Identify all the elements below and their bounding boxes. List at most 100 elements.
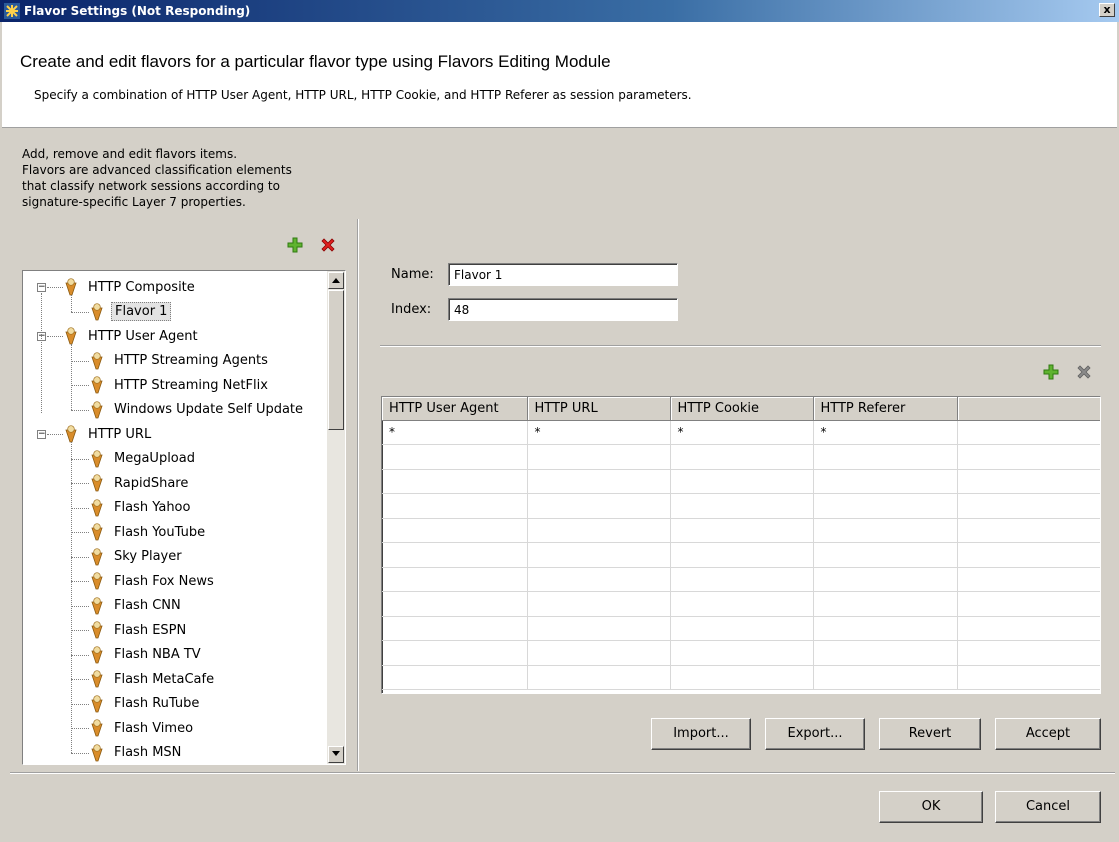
table-cell[interactable] [527,518,671,543]
parameters-table[interactable]: HTTP User Agent HTTP URL HTTP Cookie HTT… [381,396,1101,694]
table-cell[interactable] [527,616,671,641]
table-row-empty[interactable] [382,567,1100,592]
table-cell[interactable] [527,640,671,666]
scroll-thumb[interactable] [328,290,344,430]
collapse-icon[interactable]: − [37,283,46,292]
add-flavor-icon[interactable] [287,237,303,253]
table-cell[interactable] [957,469,1100,494]
column-header-cookie[interactable]: HTTP Cookie [670,397,814,421]
tree-item[interactable]: Flavor 1 [89,300,172,324]
tree-group[interactable]: HTTP Composite [63,275,198,299]
table-cell[interactable] [957,665,1100,690]
table-row-empty[interactable] [382,542,1100,568]
table-row-empty[interactable] [382,665,1100,690]
table-cell[interactable] [527,493,671,519]
export-button[interactable]: Export... [765,718,865,750]
table-cell[interactable] [670,616,814,641]
table-cell[interactable] [813,616,958,641]
table-cell[interactable] [670,665,814,690]
scroll-up-button[interactable] [328,272,344,289]
tree-item[interactable]: Flash MSN [89,741,184,765]
table-cell[interactable] [813,518,958,543]
tree-item[interactable]: Flash ESPN [89,618,189,642]
table-cell[interactable] [813,665,958,690]
table-cell[interactable] [957,420,1100,445]
table-cell[interactable] [527,665,671,690]
tree-item[interactable]: Windows Update Self Update [89,398,306,422]
tree-item[interactable]: HTTP Streaming NetFlix [89,373,271,397]
scroll-down-button[interactable] [328,746,344,763]
table-row[interactable]: * * * * [382,420,1100,445]
table-cell[interactable] [382,665,528,690]
tree-item[interactable]: Flash MetaCafe [89,667,217,691]
tree-item[interactable]: Flash CNN [89,594,184,618]
tree-group[interactable]: HTTP URL [63,422,154,446]
tree-item[interactable]: Flash NBA TV [89,643,204,667]
table-cell[interactable] [382,640,528,666]
collapse-icon[interactable]: − [37,430,46,439]
close-button[interactable]: x [1099,3,1115,17]
table-cell[interactable] [957,444,1100,470]
ok-button[interactable]: OK [879,791,983,823]
table-cell[interactable] [957,591,1100,617]
tree-item[interactable]: MegaUpload [89,447,198,471]
table-cell[interactable] [813,444,958,470]
table-cell[interactable] [813,493,958,519]
revert-button[interactable]: Revert [879,718,981,750]
table-cell[interactable] [382,616,528,641]
tree-group[interactable]: HTTP User Agent [63,324,201,348]
table-row-empty[interactable] [382,518,1100,543]
table-cell[interactable] [957,493,1100,519]
column-header-url[interactable]: HTTP URL [527,397,671,421]
table-cell[interactable]: * [813,420,958,445]
delete-row-icon[interactable] [1076,364,1092,380]
table-row-empty[interactable] [382,616,1100,641]
table-cell[interactable] [957,518,1100,543]
import-button[interactable]: Import... [651,718,751,750]
table-cell[interactable] [957,616,1100,641]
table-cell[interactable] [813,591,958,617]
table-cell[interactable] [813,542,958,568]
table-cell[interactable] [527,567,671,592]
tree-item[interactable]: Flash YouTube [89,520,208,544]
tree-item[interactable]: Flash RuTube [89,692,202,716]
table-cell[interactable] [670,567,814,592]
table-row-empty[interactable] [382,591,1100,617]
table-cell[interactable] [813,469,958,494]
table-cell[interactable] [527,542,671,568]
table-cell[interactable] [382,591,528,617]
cancel-button[interactable]: Cancel [995,791,1101,823]
table-cell[interactable] [670,591,814,617]
table-cell[interactable] [382,444,528,470]
table-cell[interactable] [527,591,671,617]
tree-item[interactable]: Sky Player [89,545,185,569]
table-cell[interactable] [957,542,1100,568]
table-row-empty[interactable] [382,469,1100,494]
table-cell[interactable] [527,469,671,494]
table-cell[interactable] [813,640,958,666]
table-cell[interactable] [670,444,814,470]
tree-item[interactable]: Flash Yahoo [89,496,193,520]
column-header-user-agent[interactable]: HTTP User Agent [382,397,528,421]
table-row-empty[interactable] [382,493,1100,519]
table-row-empty[interactable] [382,444,1100,470]
tree-item[interactable]: RapidShare [89,471,191,495]
column-header-referer[interactable]: HTTP Referer [813,397,958,421]
tree-scrollbar[interactable] [327,271,345,764]
table-cell[interactable] [670,493,814,519]
table-cell[interactable] [670,640,814,666]
delete-flavor-icon[interactable] [320,237,336,253]
table-cell[interactable]: * [382,420,528,445]
index-field[interactable] [448,298,678,321]
accept-button[interactable]: Accept [995,718,1101,750]
table-cell[interactable] [382,542,528,568]
table-cell[interactable]: * [527,420,671,445]
table-cell[interactable] [957,640,1100,666]
table-cell[interactable] [382,493,528,519]
table-cell[interactable] [670,469,814,494]
table-cell[interactable] [670,518,814,543]
tree-item[interactable]: Flash Fox News [89,569,217,593]
table-cell[interactable] [813,567,958,592]
add-row-icon[interactable] [1043,364,1059,380]
table-cell[interactable] [382,518,528,543]
